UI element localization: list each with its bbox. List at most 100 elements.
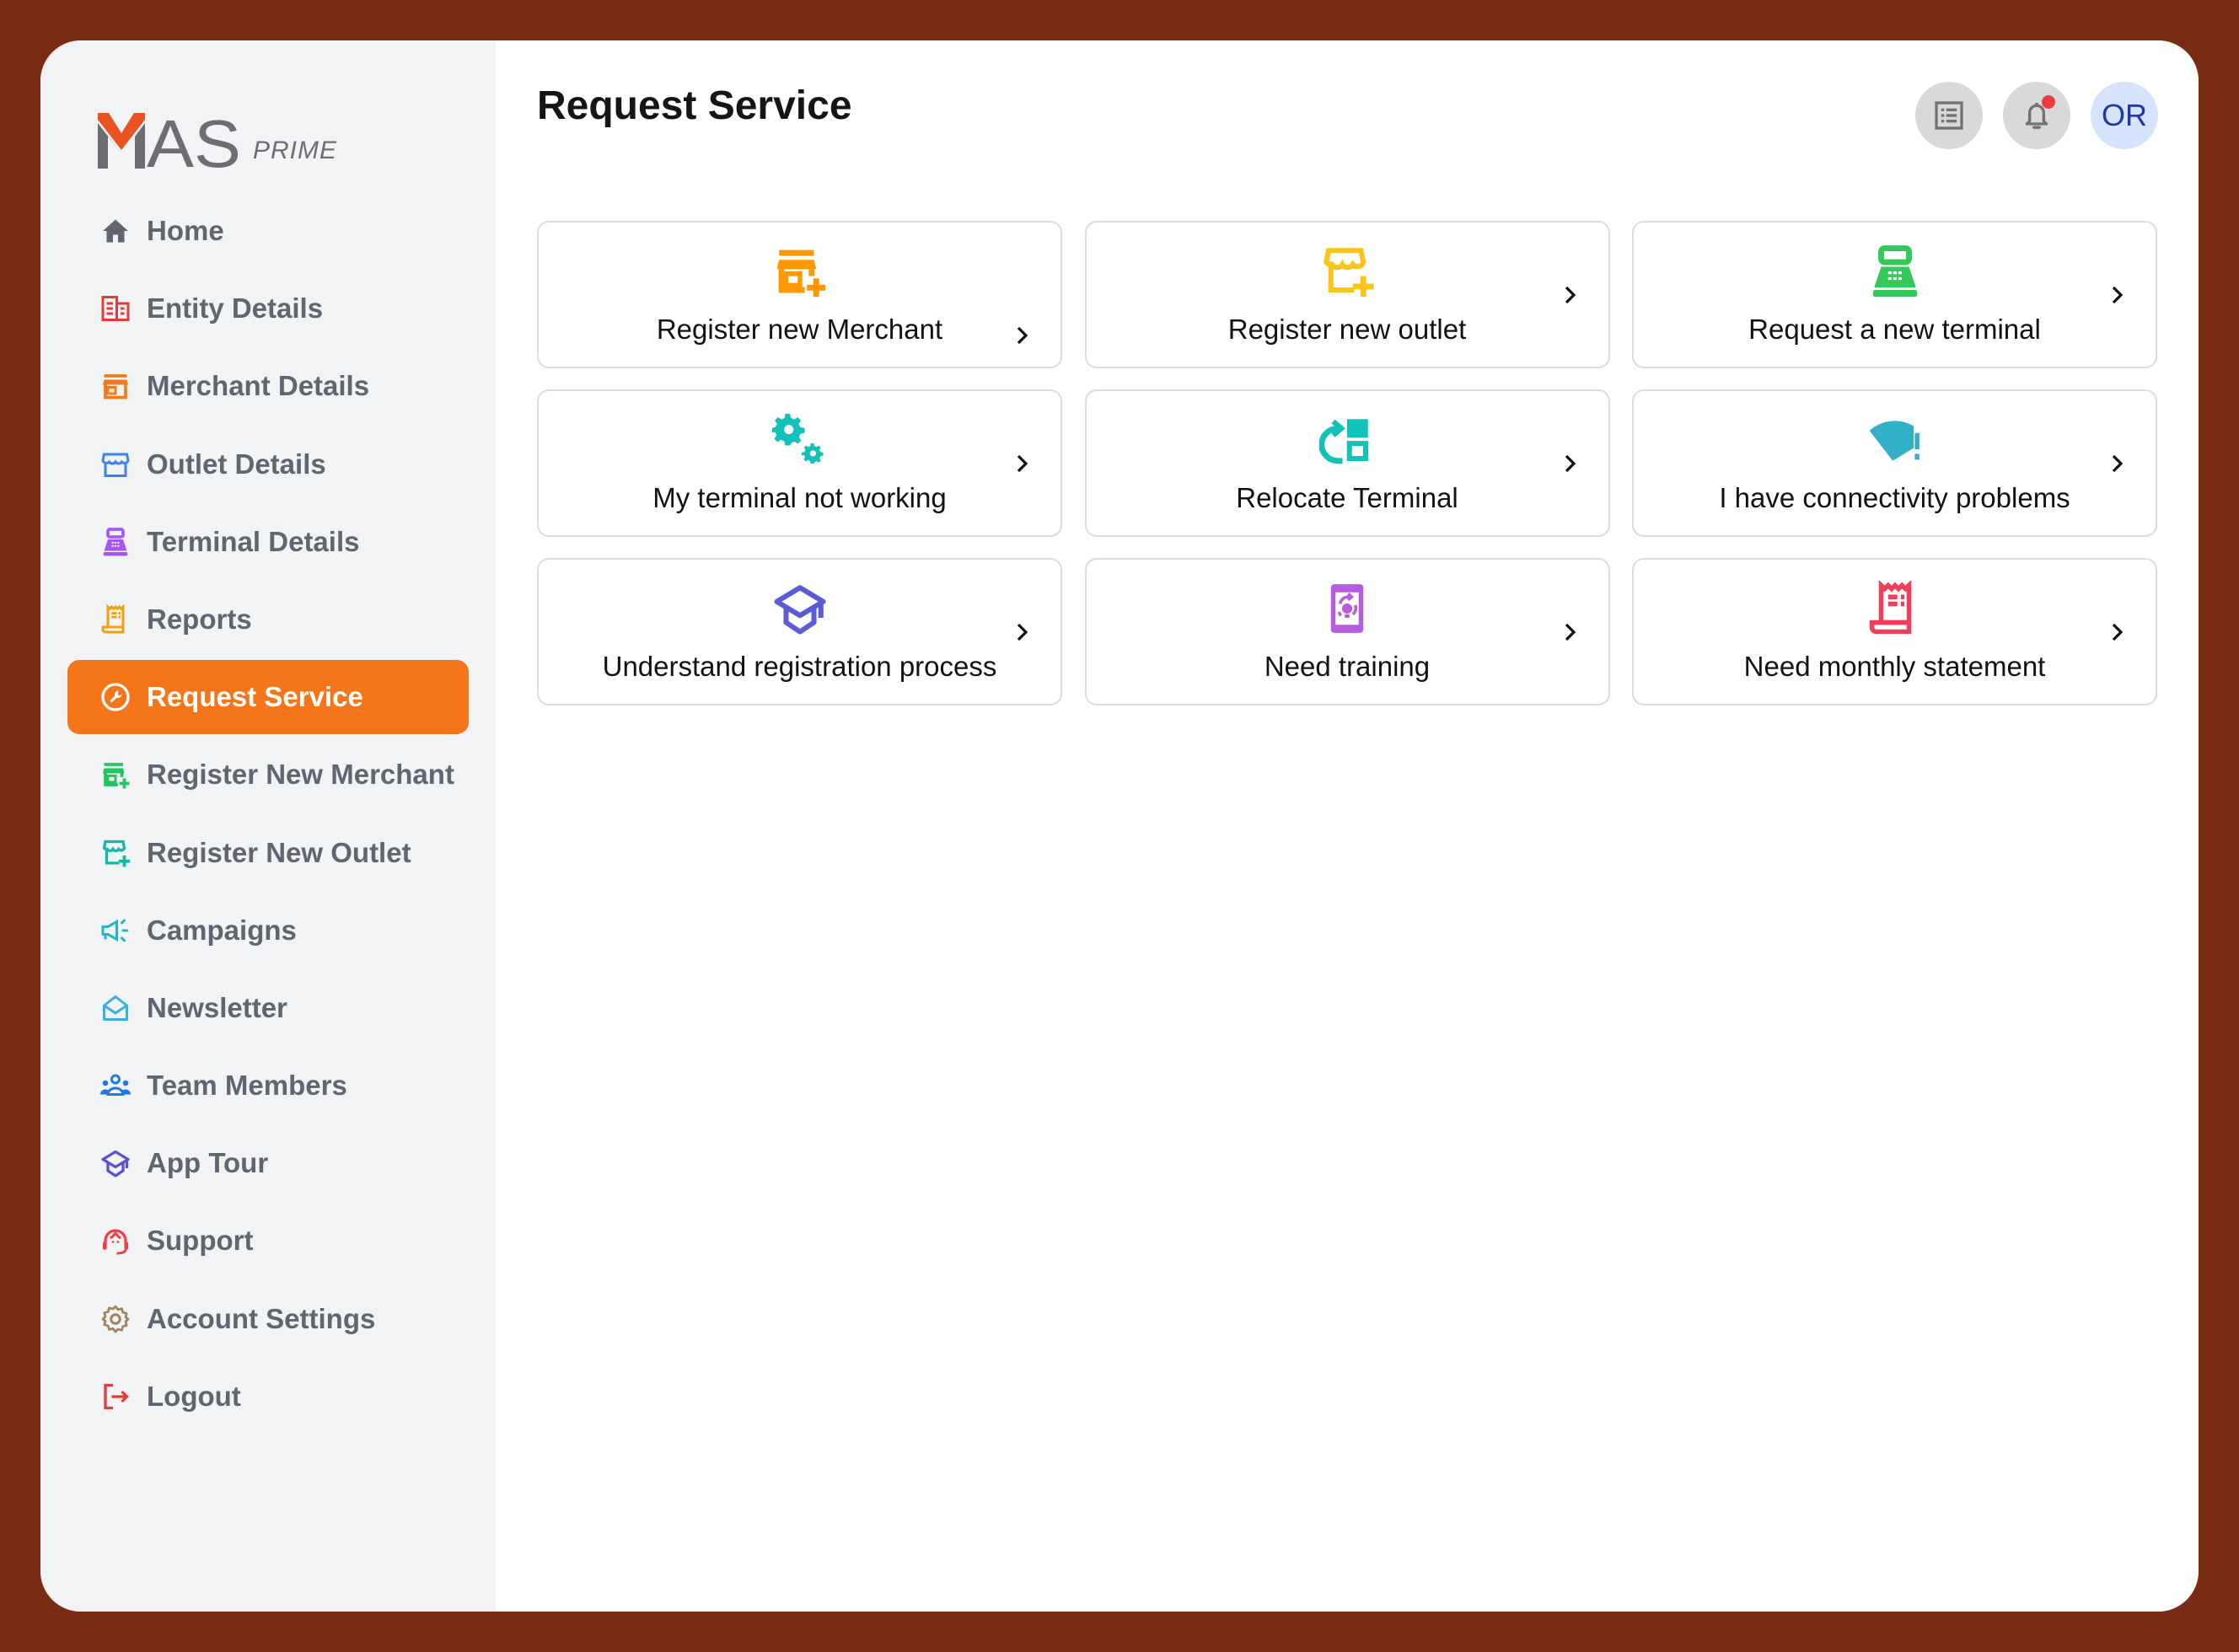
sidebar-item-icon xyxy=(99,292,132,324)
receipt-icon xyxy=(101,603,125,634)
service-card-request-a-new-terminal[interactable]: Request a new terminal xyxy=(1632,221,2157,368)
relocate-icon xyxy=(1319,419,1369,464)
wifi-alert-icon xyxy=(1869,421,1920,461)
service-card-label: Relocate Terminal xyxy=(1236,482,1458,513)
sidebar-item-register-new-outlet[interactable]: Register New Outlet xyxy=(67,816,469,890)
graduation-cap-icon xyxy=(773,585,826,635)
sidebar-item-label: Newsletter xyxy=(147,991,287,1023)
service-card-label: Need training xyxy=(1264,651,1431,682)
shop-add-icon xyxy=(102,839,131,866)
chevron-right-icon xyxy=(1565,286,1576,303)
sidebar-item-outlet-details[interactable]: Outlet Details xyxy=(67,427,469,502)
home-icon xyxy=(103,219,128,243)
sidebar-item-icon xyxy=(99,1147,132,1179)
sidebar-item-icon xyxy=(99,681,132,713)
store-add-icon xyxy=(776,249,825,298)
user-avatar[interactable]: OR xyxy=(2091,82,2158,149)
sidebar-item-label: Support xyxy=(147,1225,254,1257)
sidebar-item-icon xyxy=(99,1303,132,1335)
sidebar-item-label: Campaigns xyxy=(147,914,297,946)
sidebar-item-label: Reports xyxy=(147,603,252,635)
sidebar-item-account-settings[interactable]: Account Settings xyxy=(67,1282,469,1356)
megaphone-icon xyxy=(101,919,128,942)
sidebar-item-icon xyxy=(99,914,132,947)
service-card-relocate-terminal[interactable]: Relocate Terminal xyxy=(1084,389,1610,537)
service-card-icon xyxy=(1865,241,1925,302)
gear-icon xyxy=(101,1305,130,1333)
service-card-icon xyxy=(1865,410,1925,470)
sidebar-item-terminal-details[interactable]: Terminal Details xyxy=(67,505,469,579)
sidebar-item-label: Merchant Details xyxy=(147,370,370,402)
shop-add-icon xyxy=(1324,248,1374,298)
building-icon xyxy=(101,296,130,322)
list-icon xyxy=(1935,101,1963,130)
pos-terminal-icon xyxy=(103,527,128,556)
receipt-icon xyxy=(1869,581,1911,635)
service-card-my-terminal-not-working[interactable]: My terminal not working xyxy=(537,389,1062,537)
sidebar-item-label: Outlet Details xyxy=(147,448,326,480)
graduation-cap-icon xyxy=(101,1150,130,1177)
headset-icon xyxy=(103,1229,128,1255)
service-card-icon xyxy=(770,578,830,639)
main-content: Request Service OR Register new Merchant… xyxy=(496,40,2199,1612)
sidebar-item-icon xyxy=(99,448,132,480)
service-card-label: My terminal not working xyxy=(652,482,947,513)
service-card-need-training[interactable]: Need training xyxy=(1084,558,1610,705)
sidebar-item-team-members[interactable]: Team Members xyxy=(67,1049,469,1123)
sidebar-item-campaigns[interactable]: Campaigns xyxy=(67,893,469,968)
store-icon xyxy=(103,374,128,400)
wrench-circle-icon xyxy=(101,683,130,711)
chevron-right-icon xyxy=(1565,454,1576,472)
sidebar-item-icon xyxy=(99,603,132,636)
open-envelope-icon xyxy=(103,995,128,1021)
sidebar: AS PRIME Home Entity Details Merchant Deta… xyxy=(40,40,496,1612)
sidebar-item-icon xyxy=(99,526,132,558)
sidebar-item-home[interactable]: Home xyxy=(67,194,469,268)
team-icon xyxy=(100,1074,131,1097)
sidebar-item-label: Request Service xyxy=(147,681,363,713)
shop-awning-icon xyxy=(101,453,130,477)
sidebar-item-label: Account Settings xyxy=(147,1302,376,1334)
service-card-i-have-connectivity-problems[interactable]: I have connectivity problems xyxy=(1632,389,2157,537)
service-card-register-new-merchant[interactable]: Register new Merchant xyxy=(537,221,1062,368)
chevron-right-icon xyxy=(1565,623,1576,641)
sidebar-item-icon xyxy=(99,215,132,247)
service-card-label: Understand registration process xyxy=(602,651,997,682)
logo-subtitle: PRIME xyxy=(253,137,338,164)
device-frame: AS PRIME Home Entity Details Merchant Deta… xyxy=(0,0,2239,1652)
sidebar-item-newsletter[interactable]: Newsletter xyxy=(67,971,469,1045)
logo[interactable]: AS PRIME xyxy=(98,93,337,169)
sidebar-item-request-service[interactable]: Request Service xyxy=(67,660,469,735)
service-card-label: Register new outlet xyxy=(1227,314,1467,345)
service-card-icon xyxy=(770,241,830,302)
sidebar-item-icon xyxy=(99,759,132,791)
mas-logo-icon: AS xyxy=(98,113,241,169)
sidebar-item-icon xyxy=(99,837,132,869)
sidebar-item-merchant-details[interactable]: Merchant Details xyxy=(67,349,469,423)
sidebar-item-entity-details[interactable]: Entity Details xyxy=(67,271,469,346)
chevron-right-icon xyxy=(2112,286,2124,303)
svg-text:AS: AS xyxy=(147,113,241,169)
service-card-understand-registration-process[interactable]: Understand registration process xyxy=(537,558,1062,705)
service-card-label: I have connectivity problems xyxy=(1719,482,2070,513)
mobile-idea-icon xyxy=(1330,584,1364,633)
service-card-need-monthly-statement[interactable]: Need monthly statement xyxy=(1632,558,2157,705)
pos-terminal-icon xyxy=(1872,245,1917,298)
sidebar-item-reports[interactable]: Reports xyxy=(67,582,469,657)
sidebar-item-register-new-merchant[interactable]: Register New Merchant xyxy=(67,738,469,812)
service-card-icon xyxy=(770,410,830,470)
chevron-right-icon xyxy=(1017,623,1028,641)
list-view-button[interactable] xyxy=(1915,82,1983,149)
notifications-button[interactable] xyxy=(2003,82,2070,149)
chevron-right-icon xyxy=(1017,454,1028,472)
sidebar-item-icon xyxy=(99,1070,132,1102)
chevron-right-icon xyxy=(1017,326,1028,345)
service-grid: Register new Merchant Register new outlet… xyxy=(537,221,2157,705)
service-card-register-new-outlet[interactable]: Register new outlet xyxy=(1084,221,1610,368)
sidebar-item-app-tour[interactable]: App Tour xyxy=(67,1126,469,1200)
service-card-icon xyxy=(1317,241,1377,302)
page-title: Request Service xyxy=(537,83,852,128)
sidebar-item-support[interactable]: Support xyxy=(67,1204,469,1278)
service-card-label: Need monthly statement xyxy=(1743,651,2046,682)
sidebar-item-logout[interactable]: Logout xyxy=(67,1360,469,1434)
